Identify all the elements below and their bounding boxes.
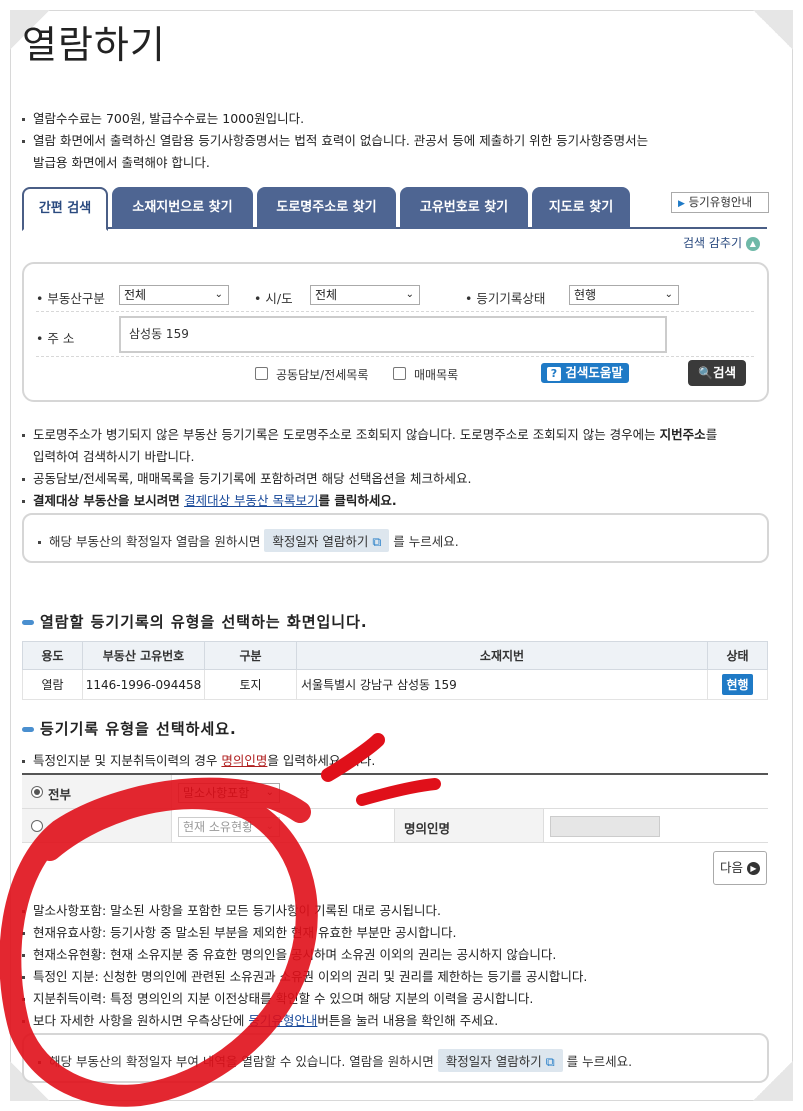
red-slash-annotation <box>321 733 385 782</box>
red-circle-annotation <box>0 777 318 1107</box>
red-stroke-annotation <box>356 778 441 806</box>
red-annotation-overlay <box>0 733 441 1107</box>
